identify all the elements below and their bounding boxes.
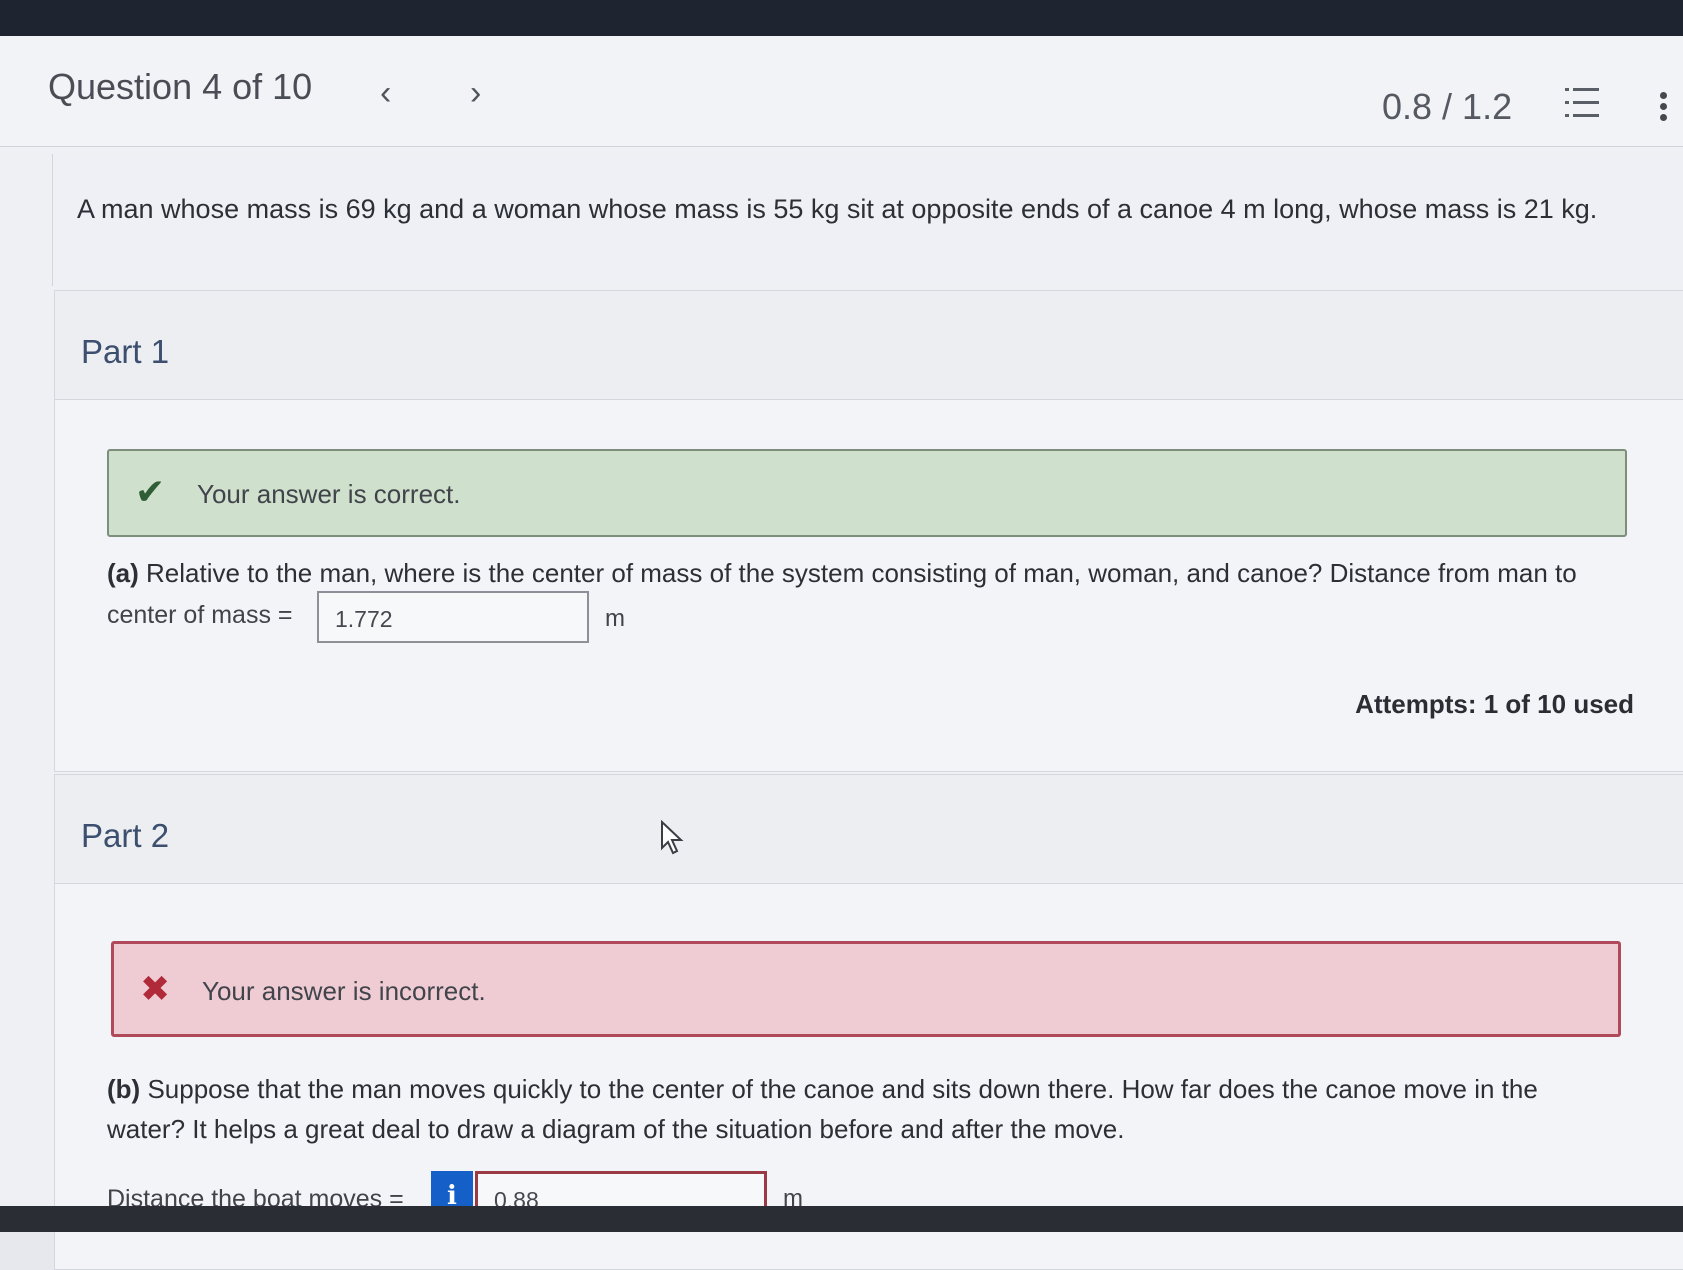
bottom-bar xyxy=(0,1206,1683,1232)
question-label: (a) xyxy=(107,558,139,588)
question-number: Question 4 of 10 xyxy=(48,66,313,107)
question-text-line2: water? It helps a great deal to draw a d… xyxy=(107,1114,1125,1144)
question-text-line1: Suppose that the man moves quickly to th… xyxy=(147,1074,1538,1104)
vertical-ellipsis-icon[interactable] xyxy=(1660,92,1668,122)
incorrect-feedback-banner: ✖ Your answer is incorrect. xyxy=(111,941,1621,1037)
question-label: (b) xyxy=(107,1074,141,1104)
part-1-header: Part 1 xyxy=(55,291,1683,400)
part-2-header: Part 2 xyxy=(55,775,1683,884)
checkmark-icon: ✔ xyxy=(135,471,166,512)
feedback-text: Your answer is incorrect. xyxy=(202,976,486,1006)
x-mark-icon: ✖ xyxy=(140,968,171,1009)
question-text: Relative to the man, where is the center… xyxy=(146,558,1577,588)
part-1-title: Part 1 xyxy=(81,333,170,370)
prompt-text: A man whose mass is 69 kg and a woman wh… xyxy=(77,194,1598,224)
attempts-counter: Attempts: 1 of 10 used xyxy=(1355,689,1634,719)
center-of-mass-input[interactable]: 1.772 xyxy=(317,591,589,643)
part-1-question: (a) Relative to the man, where is the ce… xyxy=(107,553,1577,593)
part-2-panel: Part 2 ✖ Your answer is incorrect. (b) S… xyxy=(54,774,1683,1270)
question-prompt: A man whose mass is 69 kg and a woman wh… xyxy=(52,154,1683,286)
chevron-right-icon[interactable]: › xyxy=(470,74,481,113)
mouse-cursor-icon xyxy=(661,820,684,855)
part-2-question: (b) Suppose that the man moves quickly t… xyxy=(107,1069,1587,1149)
part-2-title: Part 2 xyxy=(81,817,170,854)
unit-label: m xyxy=(605,605,625,632)
feedback-text: Your answer is correct. xyxy=(197,479,461,509)
chevron-left-icon[interactable]: ‹ xyxy=(380,74,391,113)
score-display: 0.8 / 1.2 xyxy=(1382,86,1513,127)
question-header: Question 4 of 10 ‹ › 0.8 / 1.2 xyxy=(0,36,1683,147)
correct-feedback-banner: ✔ Your answer is correct. xyxy=(107,449,1627,537)
numbered-list-icon[interactable] xyxy=(1565,88,1599,118)
part-1-panel: Part 1 ✔ Your answer is correct. (a) Rel… xyxy=(54,290,1683,772)
question-page: Question 4 of 10 ‹ › 0.8 / 1.2 A man who… xyxy=(0,36,1683,1270)
answer-label: center of mass = xyxy=(107,601,293,629)
